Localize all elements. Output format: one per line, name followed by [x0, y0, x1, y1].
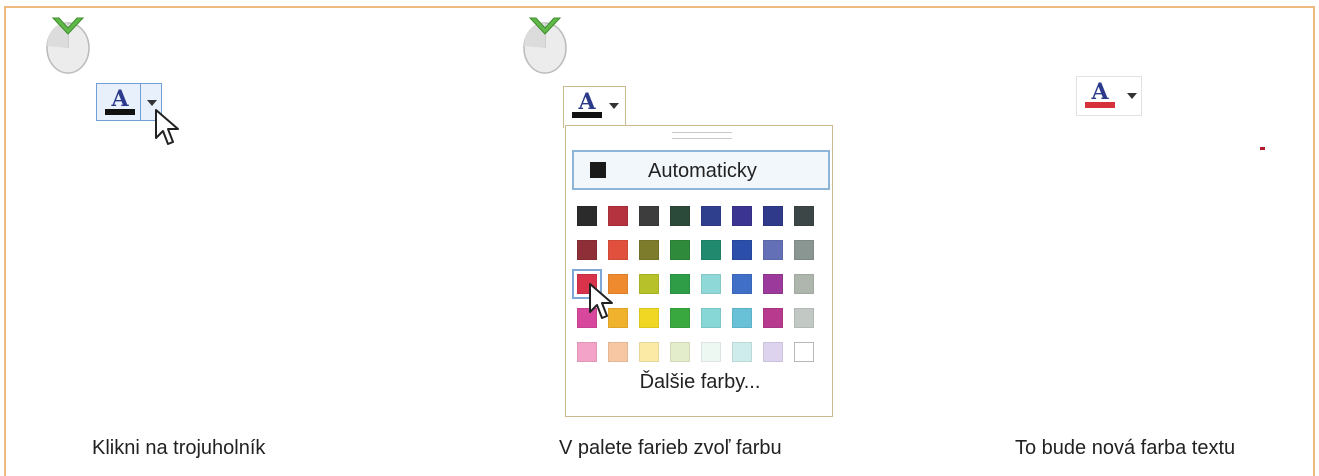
font-color-button-result[interactable]: A — [1076, 76, 1142, 116]
color-palette-dropdown: Automaticky Ďalšie farby... — [565, 125, 833, 417]
color-swatch[interactable] — [639, 274, 659, 294]
color-swatch[interactable] — [732, 342, 752, 362]
left-click-mouse-icon — [523, 17, 567, 74]
dropdown-triangle-icon[interactable] — [1127, 93, 1137, 99]
red-mark — [1260, 147, 1265, 150]
font-color-glyph: A — [1083, 80, 1117, 110]
color-swatch[interactable] — [639, 342, 659, 362]
color-swatch[interactable] — [608, 342, 628, 362]
color-swatch[interactable] — [732, 240, 752, 260]
color-swatch[interactable] — [701, 206, 721, 226]
color-swatch[interactable] — [670, 308, 690, 328]
color-swatch[interactable] — [794, 206, 814, 226]
palette-grip[interactable] — [672, 132, 732, 139]
mouse-pointer-icon — [155, 109, 179, 145]
color-swatch[interactable] — [670, 274, 690, 294]
font-color-glyph: A — [570, 90, 604, 120]
color-swatch[interactable] — [794, 274, 814, 294]
color-swatch[interactable] — [577, 240, 597, 260]
color-swatch[interactable] — [577, 342, 597, 362]
color-swatch[interactable] — [608, 206, 628, 226]
color-swatch[interactable] — [670, 240, 690, 260]
color-swatch[interactable] — [732, 308, 752, 328]
color-swatch[interactable] — [794, 308, 814, 328]
dropdown-triangle-icon[interactable] — [147, 100, 157, 106]
color-swatch[interactable] — [763, 308, 783, 328]
color-swatch[interactable] — [732, 274, 752, 294]
automatic-color-option[interactable]: Automaticky — [572, 150, 830, 190]
left-click-mouse-icon — [46, 17, 90, 74]
color-swatch[interactable] — [763, 342, 783, 362]
color-swatch[interactable] — [670, 342, 690, 362]
font-color-bar — [572, 112, 602, 118]
automatic-color-swatch — [590, 162, 606, 178]
color-swatch[interactable] — [763, 274, 783, 294]
automatic-color-label: Automaticky — [648, 160, 757, 182]
font-color-bar — [105, 109, 135, 115]
font-color-bar — [1085, 102, 1115, 108]
color-swatch[interactable] — [639, 206, 659, 226]
color-swatch[interactable] — [639, 308, 659, 328]
dropdown-triangle-icon[interactable] — [609, 103, 619, 109]
color-swatch[interactable] — [794, 240, 814, 260]
color-swatch[interactable] — [701, 274, 721, 294]
color-swatch[interactable] — [577, 206, 597, 226]
color-swatch[interactable] — [763, 206, 783, 226]
color-swatch[interactable] — [763, 240, 783, 260]
font-color-glyph: A — [103, 87, 137, 117]
step2-caption: V palete farieb zvoľ farbu — [559, 437, 782, 459]
step3-caption: To bude nová farba textu — [1015, 437, 1236, 459]
step1-caption: Klikni na trojuholník — [92, 437, 266, 459]
color-swatch[interactable] — [670, 206, 690, 226]
color-swatch[interactable] — [701, 342, 721, 362]
color-swatch[interactable] — [732, 206, 752, 226]
color-swatch[interactable] — [701, 240, 721, 260]
font-color-button[interactable]: A — [96, 83, 162, 121]
font-color-button-open[interactable]: A — [563, 86, 626, 128]
color-swatch[interactable] — [701, 308, 721, 328]
color-swatch[interactable] — [794, 342, 814, 362]
mouse-pointer-icon — [589, 283, 613, 319]
more-colors-option[interactable]: Ďalšie farby... — [566, 371, 834, 394]
color-swatch[interactable] — [639, 240, 659, 260]
color-swatch[interactable] — [608, 240, 628, 260]
